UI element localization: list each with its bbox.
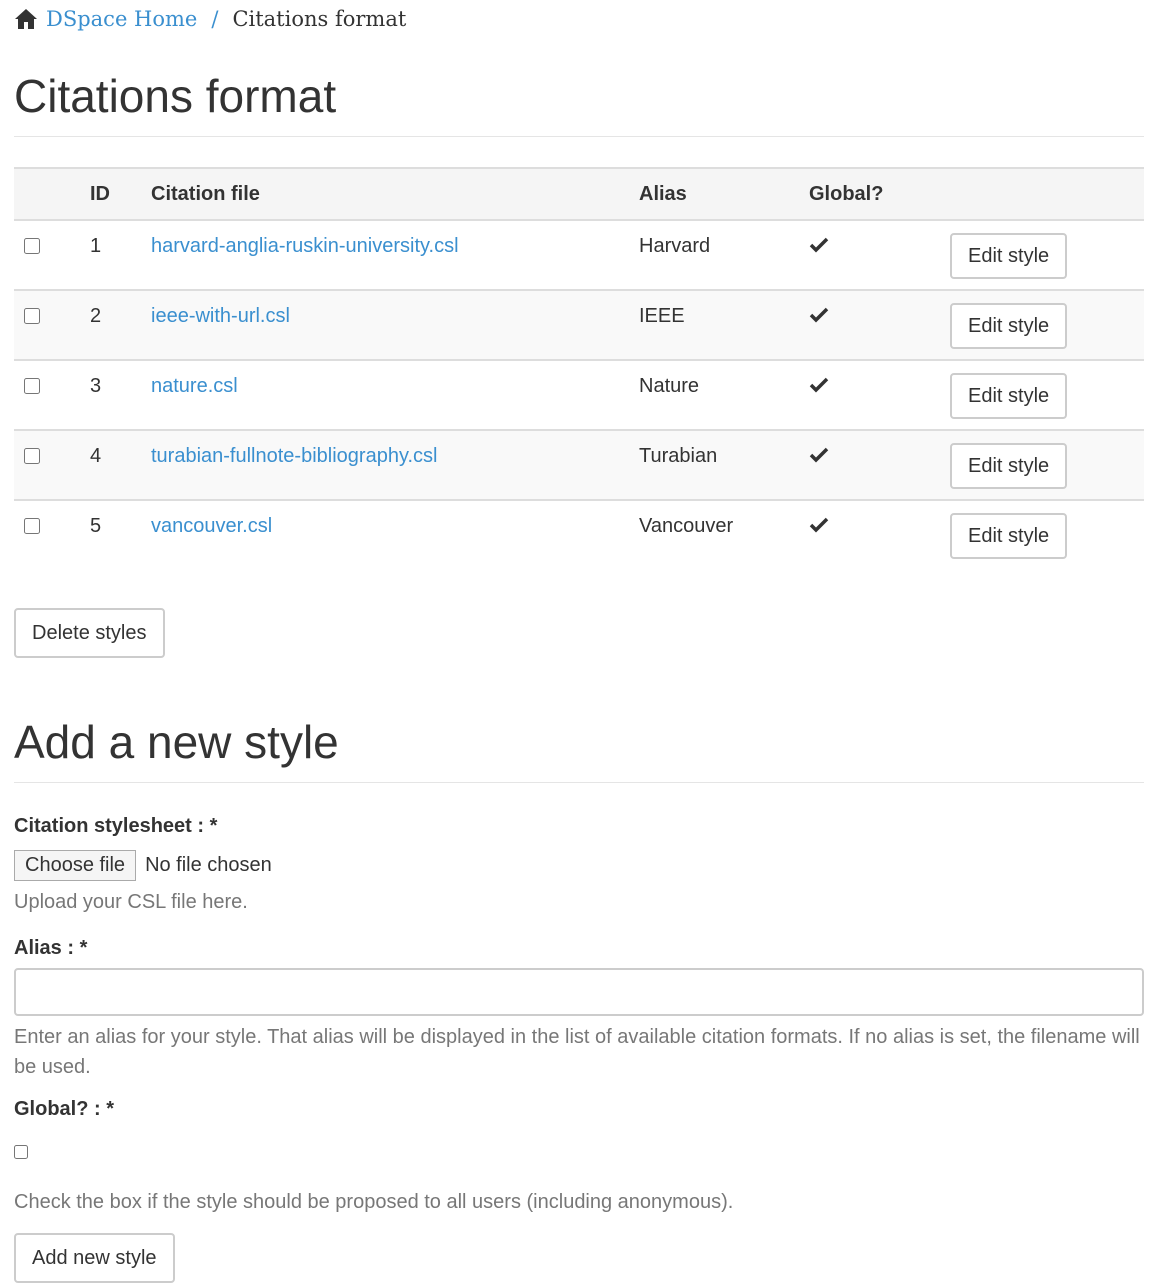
home-icon xyxy=(15,9,37,29)
row-select-checkbox[interactable] xyxy=(24,378,40,394)
breadcrumb: DSpace Home / Citations format xyxy=(14,0,1144,38)
row-select-checkbox[interactable] xyxy=(24,238,40,254)
row-select-checkbox[interactable] xyxy=(24,448,40,464)
header-citation-file: Citation file xyxy=(151,182,260,205)
file-picker: Choose file No file chosen xyxy=(14,850,1144,881)
row-alias: IEEE xyxy=(639,305,685,327)
row-alias: Nature xyxy=(639,375,700,397)
citation-file-link[interactable]: vancouver.csl xyxy=(151,515,272,537)
page-title: Citations format xyxy=(14,70,337,122)
row-alias: Harvard xyxy=(639,235,711,257)
choose-file-button[interactable]: Choose file xyxy=(14,850,137,881)
file-status: No file chosen xyxy=(145,854,272,876)
row-id: 5 xyxy=(90,515,102,537)
table-header-row: ID Citation file Alias Global? xyxy=(14,168,1144,220)
citation-file-link[interactable]: nature.csl xyxy=(151,375,238,397)
edit-style-button[interactable]: Edit style xyxy=(950,373,1068,419)
citation-file-link[interactable]: harvard-anglia-ruskin-university.csl xyxy=(151,235,459,257)
header-alias: Alias xyxy=(639,182,687,205)
citation-styles-table: ID Citation file Alias Global? 1 harvard… xyxy=(14,167,1144,570)
table-row: 1 harvard-anglia-ruskin-university.csl H… xyxy=(14,220,1144,290)
global-label: Global? : * xyxy=(14,1098,114,1120)
stylesheet-help: Upload your CSL file here. xyxy=(14,891,248,913)
delete-actions: Delete styles xyxy=(14,608,1144,658)
edit-style-button[interactable]: Edit style xyxy=(950,303,1068,349)
table-row: 2 ieee-with-url.csl IEEE Edit style xyxy=(14,290,1144,360)
add-actions: Add new style xyxy=(14,1233,1144,1283)
edit-style-button[interactable]: Edit style xyxy=(950,233,1068,279)
citation-file-link[interactable]: ieee-with-url.csl xyxy=(151,305,290,327)
check-icon xyxy=(809,307,829,323)
stylesheet-label: Citation stylesheet : * xyxy=(14,815,218,837)
breadcrumb-current: Citations format xyxy=(232,7,407,31)
table-row: 4 turabian-fullnote-bibliography.csl Tur… xyxy=(14,430,1144,500)
header-actions xyxy=(950,168,1144,220)
page: DSpace Home / Citations format Citations… xyxy=(0,0,1174,1283)
row-select-checkbox[interactable] xyxy=(24,308,40,324)
edit-style-button[interactable]: Edit style xyxy=(950,443,1068,489)
check-icon xyxy=(809,517,829,533)
delete-styles-button[interactable]: Delete styles xyxy=(14,608,165,658)
add-style-form: Citation stylesheet : * Choose file No f… xyxy=(14,815,1144,1283)
header-id: ID xyxy=(90,182,110,205)
title-divider xyxy=(14,136,1144,137)
add-style-divider xyxy=(14,782,1144,783)
header-select xyxy=(14,168,90,220)
breadcrumb-home-link[interactable]: DSpace Home xyxy=(46,7,197,31)
row-id: 1 xyxy=(90,235,102,257)
row-id: 4 xyxy=(90,445,102,467)
alias-help: Enter an alias for your style. That alia… xyxy=(14,1026,1140,1078)
edit-style-button[interactable]: Edit style xyxy=(950,513,1068,559)
table-row: 3 nature.csl Nature Edit style xyxy=(14,360,1144,430)
global-checkbox-wrap xyxy=(14,1145,1144,1169)
row-alias: Turabian xyxy=(639,445,718,467)
row-id: 3 xyxy=(90,375,102,397)
header-global: Global? xyxy=(809,182,884,205)
check-icon xyxy=(809,377,829,393)
citation-file-link[interactable]: turabian-fullnote-bibliography.csl xyxy=(151,445,437,467)
alias-label: Alias : * xyxy=(14,937,88,959)
breadcrumb-separator: / xyxy=(211,7,219,31)
add-style-heading: Add a new style xyxy=(14,716,339,768)
check-icon xyxy=(809,237,829,253)
global-checkbox[interactable] xyxy=(14,1145,28,1159)
row-alias: Vancouver xyxy=(639,515,734,537)
row-id: 2 xyxy=(90,305,102,327)
add-new-style-button[interactable]: Add new style xyxy=(14,1233,175,1283)
row-select-checkbox[interactable] xyxy=(24,518,40,534)
global-help: Check the box if the style should be pro… xyxy=(14,1191,734,1213)
alias-input[interactable] xyxy=(14,968,1144,1016)
table-row: 5 vancouver.csl Vancouver Edit style xyxy=(14,500,1144,570)
check-icon xyxy=(809,447,829,463)
